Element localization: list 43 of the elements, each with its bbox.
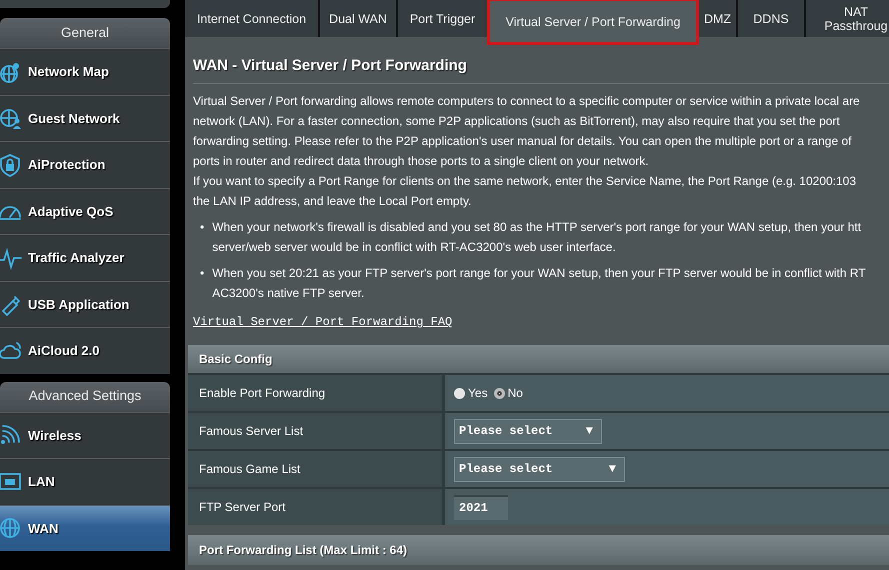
section-header: Port Forwarding List (Max Limit : 64) — [188, 535, 889, 565]
bullet: • — [200, 219, 204, 236]
tab[interactable]: NAT Passthroug — [806, 0, 889, 37]
pulse-icon — [0, 246, 22, 270]
note-text: When you set 20:21 as your FTP server's port range for your WAN setup, then your FTP server would be in conflict with RT AC3200's native FTP server. — [212, 265, 866, 302]
caret-icon: ▼ — [608, 460, 616, 478]
field-label: Famous Server List — [188, 413, 445, 449]
sidebar-item[interactable]: Guest Network — [0, 94, 170, 141]
sidebar-item[interactable]: Adaptive QoS — [0, 188, 170, 234]
tab[interactable]: Port Trigger — [398, 0, 487, 37]
field-label: FTP Server Port — [188, 489, 445, 525]
tab[interactable]: Virtual Server / Port Forwarding — [489, 0, 697, 43]
field-label: Enable Port Forwarding — [188, 375, 445, 411]
faq-link[interactable]: Virtual Server / Port Forwarding FAQ — [193, 315, 452, 329]
sidebar-item[interactable]: Traffic Analyzer — [0, 234, 170, 280]
bullet: • — [200, 265, 204, 282]
globe-icon — [0, 516, 22, 540]
sidebar-item[interactable]: AiCloud 2.0 — [0, 327, 170, 374]
sidebar-item[interactable]: WAN — [0, 504, 170, 551]
select-field[interactable]: Please select ▼ — [454, 418, 602, 444]
page-title: WAN - Virtual Server / Port Forwarding — [193, 57, 468, 75]
caret-icon: ▼ — [586, 422, 593, 440]
note-text: When your network's firewall is disabled and you set 80 as the HTTP server's port range for your WAN setup, then your htt server/web server would be in conflict with RT-AC3200's web user interface. — [212, 219, 862, 256]
tab[interactable]: DDNS — [738, 0, 804, 37]
shield-lock-icon — [0, 152, 22, 177]
description: Virtual Server / Port forwarding allows remote computers to connect to a specific computer or service within a private local are network (LAN). For a faster connection, some P2P applications (such as BitTorrent), may also require that you set the port forwarding setting. Please refer to the P2P application's user manual for details. You can open the multiple port or a range of ports in router and redirect data through those ports to a single client on your network. If you want to specify a Port Range for clients on the same network, enter the Service Name, the Port Range (e.g. 10200:103 the LAN IP address, and leave the Local Port empty. — [193, 93, 860, 210]
globe-people-icon — [0, 106, 22, 130]
select-field[interactable]: Please select ▼ — [454, 456, 625, 482]
sidebar-section-header: General — [0, 18, 170, 48]
sidebar-item[interactable]: LAN — [0, 458, 170, 504]
section-header: Basic Config — [188, 345, 889, 373]
tab[interactable]: Internet Connection — [185, 0, 318, 37]
radio-option[interactable]: No — [494, 384, 523, 402]
sidebar-item[interactable]: Network Map — [0, 48, 170, 94]
sidebar-item[interactable]: Wireless — [0, 412, 170, 458]
field-label: Famous Game List — [188, 451, 445, 487]
radio-option[interactable]: Yes — [454, 384, 488, 402]
input-field[interactable]: 2021 — [454, 494, 508, 520]
tab[interactable]: Dual WAN — [320, 0, 396, 37]
sidebar-section-header: Advanced Settings — [0, 382, 170, 412]
sidebar-item[interactable]: USB Application — [0, 280, 170, 327]
sidebar-item[interactable]: AiProtection — [0, 141, 170, 188]
tab[interactable]: DMZ — [699, 0, 736, 37]
